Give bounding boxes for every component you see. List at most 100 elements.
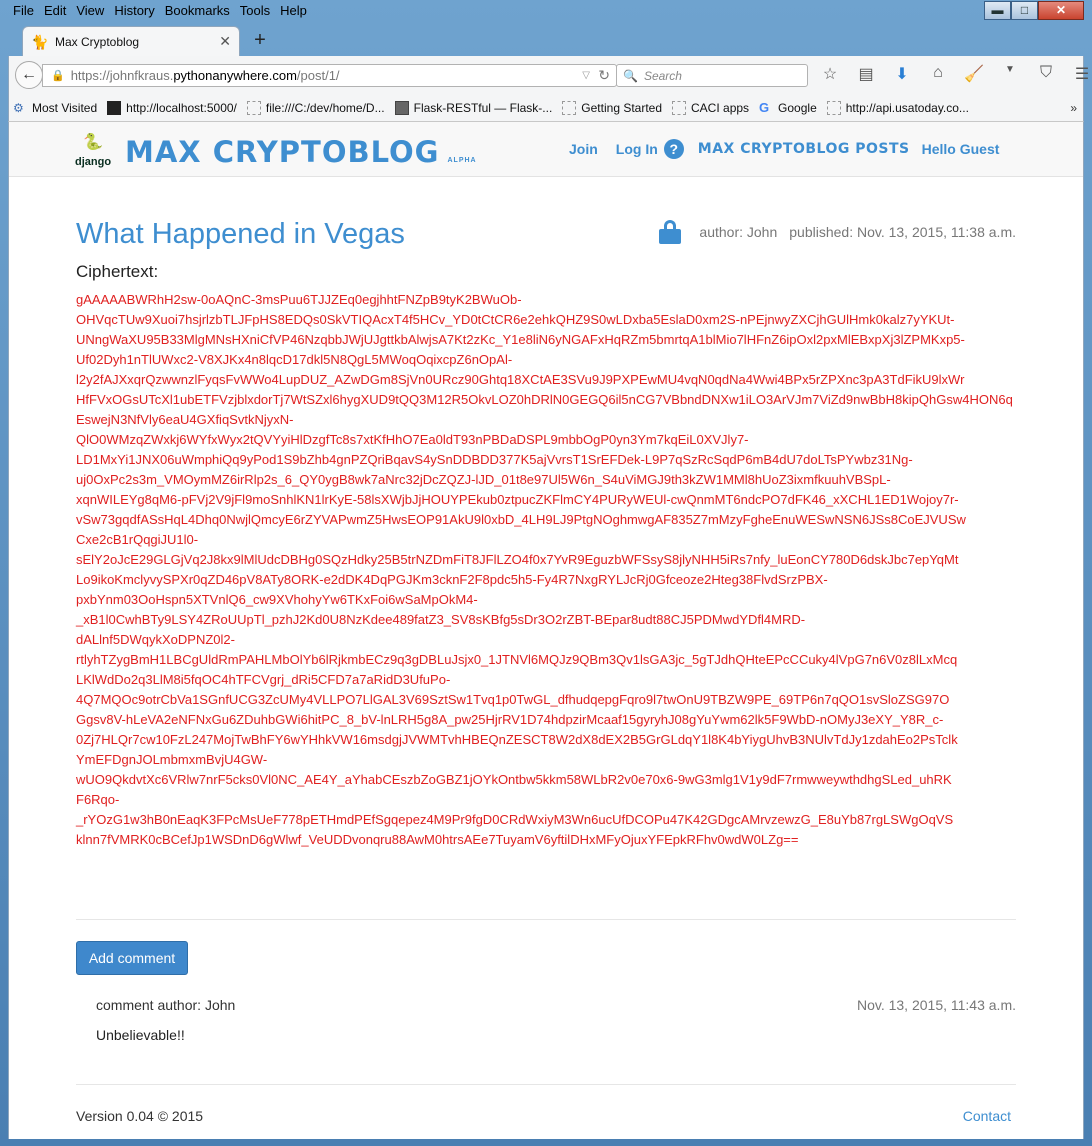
bookmark-usatoday[interactable]: http://api.usatoday.co... bbox=[826, 100, 969, 115]
broom-icon[interactable]: 🧹 bbox=[963, 64, 985, 84]
window-controls: ▬ □ ✕ bbox=[984, 1, 1084, 20]
bookmark-file[interactable]: file:///C:/dev/home/D... bbox=[246, 100, 385, 115]
bookmark-getting-started[interactable]: Getting Started bbox=[562, 100, 662, 115]
ciphertext-line: LD1MxYi1JNX06uWmphiQq9yPod1S9bZhb4gnPZQr… bbox=[76, 452, 913, 467]
ciphertext-line: _rYOzG1w3hB0nEaqK3FPcMsUeF778pETHmdPEfSg… bbox=[76, 812, 954, 827]
ciphertext-line: rtlyhTZygBmH1LBCgUldRmPAHLMbOlYb6lRjkmbE… bbox=[76, 652, 958, 667]
post-meta: author: John published: Nov. 13, 2015, 1… bbox=[659, 220, 1016, 244]
url-prefix: https://johnfkraus. bbox=[70, 68, 174, 83]
toolbar-icons: ☆ ▤ ⬇ ⌂ 🧹 ▼ ⛉ ☰ bbox=[819, 64, 1092, 84]
ciphertext-line: xqnWILEYg8qM6-pFVj2V9jFl9moSnhlKN1lrKyE-… bbox=[76, 492, 959, 507]
menu-view[interactable]: View bbox=[71, 2, 109, 20]
more-bookmarks-chevron-icon[interactable]: » bbox=[1070, 101, 1077, 115]
search-input[interactable]: 🔍 Search bbox=[616, 64, 808, 87]
bookmark-flask-restful[interactable]: Flask-RESTful — Flask-... bbox=[394, 100, 553, 115]
contact-link[interactable]: Contact bbox=[963, 1108, 1011, 1124]
navigation-toolbar: ← 🔒 https://johnfkraus. pythonanywhere.co… bbox=[8, 56, 1089, 94]
close-window-button[interactable]: ✕ bbox=[1038, 1, 1084, 20]
lock-icon[interactable] bbox=[659, 220, 682, 244]
ciphertext-line: YmEFDgnJOLmbmxmBvjU4GW- bbox=[76, 752, 268, 767]
tab-strip: 🐈 Max Cryptoblog ✕ + bbox=[8, 24, 1084, 56]
divider bbox=[76, 1084, 1016, 1085]
url-path: /post/1/ bbox=[296, 68, 340, 83]
title-bar: File Edit View History Bookmarks Tools H… bbox=[0, 0, 1092, 24]
ciphertext-line: QlO0WMzqZWxkj6WYfxWyx2tQVYyiHlDzgfTc8s7x… bbox=[76, 432, 749, 447]
alpha-badge: ALPHA bbox=[447, 157, 477, 164]
menu-bar: File Edit View History Bookmarks Tools H… bbox=[8, 2, 312, 20]
terminal-icon bbox=[107, 100, 122, 115]
post-published: published: Nov. 13, 2015, 11:38 a.m. bbox=[789, 224, 1016, 240]
help-question-icon[interactable]: ? bbox=[663, 139, 684, 159]
close-tab-icon[interactable]: ✕ bbox=[219, 33, 231, 50]
ciphertext-line: klnn7fVMRK0cBCefJp1WSDnD6gWlwf_VeUDDvonq… bbox=[76, 832, 799, 847]
bookmark-caci-apps[interactable]: CACI apps bbox=[672, 100, 750, 115]
browser-window: File Edit View History Bookmarks Tools H… bbox=[0, 0, 1092, 1146]
site-header: 🐍 django MAX CRYPTOBLOG ALPHA Join Log I… bbox=[9, 122, 1083, 177]
maximize-button[interactable]: □ bbox=[1011, 1, 1038, 20]
ciphertext-line: wUO9QkdvtXc6VRlw7nrF5cks0Vl0NC_AE4Y_aYha… bbox=[76, 772, 952, 787]
bookmark-google[interactable]: G Google bbox=[759, 99, 817, 115]
search-icon: 🔍 bbox=[623, 68, 638, 83]
ciphertext-label: Ciphertext: bbox=[76, 262, 159, 281]
django-label: django bbox=[75, 156, 112, 168]
posts-link[interactable]: MAX CRYPTOBLOG POSTS bbox=[698, 141, 910, 157]
page-icon bbox=[246, 100, 261, 115]
hamburger-menu-icon[interactable]: ☰ bbox=[1071, 64, 1092, 84]
bookmark-label: CACI apps bbox=[691, 100, 750, 115]
menu-edit[interactable]: Edit bbox=[39, 2, 71, 20]
dropdown-icon[interactable]: ▼ bbox=[999, 64, 1021, 84]
reload-icon[interactable]: ↻ bbox=[598, 67, 610, 84]
book-icon bbox=[394, 100, 409, 115]
site-brand[interactable]: 🐍 django MAX CRYPTOBLOG ALPHA bbox=[75, 132, 477, 168]
ciphertext-line: OHVqcTUw9Xuoi7hsjrlzbTLJFpHS8EDQs0SkVTIQ… bbox=[76, 312, 955, 327]
bookmark-label: Most Visited bbox=[32, 100, 98, 115]
home-icon[interactable]: ⌂ bbox=[927, 64, 949, 84]
menu-history[interactable]: History bbox=[109, 2, 159, 20]
ciphertext-line: HfFVxOGsUTcXl1ubETFVzjblxdorTj7WtSZxl6hy… bbox=[76, 392, 1013, 427]
bookmark-label: file:///C:/dev/home/D... bbox=[265, 100, 385, 115]
ciphertext-line: gAAAAABWRhH2sw-0oAQnC-3msPuu6TJJZEq0egjh… bbox=[76, 292, 522, 307]
bookmark-localhost[interactable]: http://localhost:5000/ bbox=[107, 100, 237, 115]
angular-icon[interactable]: ⛉ bbox=[1035, 64, 1057, 84]
google-icon: G bbox=[759, 99, 770, 115]
bookmark-label: Flask-RESTful — Flask-... bbox=[413, 100, 553, 115]
ciphertext-line: sElY2oJcE29GLGjVq2J8kx9lMlUdcDBHg0SQzHdk… bbox=[76, 552, 959, 567]
comment-body: Unbelievable!! bbox=[96, 1027, 185, 1043]
menu-file[interactable]: File bbox=[8, 2, 39, 20]
join-link[interactable]: Join bbox=[569, 141, 598, 157]
bookmark-most-visited[interactable]: ⚙ Most Visited bbox=[13, 101, 97, 115]
site-nav: Join Log In ? MAX CRYPTOBLOG POSTS Hello… bbox=[569, 139, 1017, 159]
page-icon bbox=[672, 100, 687, 115]
divider bbox=[76, 919, 1016, 920]
bookmark-star-icon[interactable]: ☆ bbox=[819, 64, 841, 84]
menu-tools[interactable]: Tools bbox=[235, 2, 275, 20]
ciphertext-line: Ggsv8V-hLeVA2eNFNxGu6ZDuhbGWi6hitPC_8_bV… bbox=[76, 712, 944, 727]
reading-list-icon[interactable]: ▤ bbox=[855, 64, 877, 84]
menu-help[interactable]: Help bbox=[275, 2, 312, 20]
url-bar[interactable]: 🔒 https://johnfkraus. pythonanywhere.com /… bbox=[42, 64, 617, 87]
ciphertext-line: 4Q7MQOc9otrCbVa1SGnfUCG3ZcUMy4VLLPO7LlGA… bbox=[76, 692, 950, 707]
login-link[interactable]: Log In bbox=[616, 141, 658, 157]
secure-lock-icon[interactable]: 🔒 bbox=[51, 69, 65, 82]
ciphertext-line: _xB1l0CwhBTy9LSY4ZRoUUpTl_pzhJ2Kd0U8NzKd… bbox=[76, 612, 806, 627]
bookmark-label: http://api.usatoday.co... bbox=[845, 100, 969, 115]
python-icon: 🐍 bbox=[83, 134, 103, 151]
ciphertext-line: Uf02Dyh1nTlUWxc2-V8XJKx4n8lqcD17dkl5N8Qg… bbox=[76, 352, 513, 367]
page-icon bbox=[826, 100, 841, 115]
download-icon[interactable]: ⬇ bbox=[891, 64, 913, 84]
django-logo: 🐍 django bbox=[75, 132, 115, 168]
add-comment-button[interactable]: Add comment bbox=[76, 941, 188, 975]
greeting-link[interactable]: Hello Guest bbox=[922, 141, 1000, 157]
cat-icon: 🐈 bbox=[31, 33, 49, 50]
post-title: What Happened in Vegas bbox=[76, 218, 405, 250]
ciphertext-line: UNngWaXU95B33MlgMNsHXniCfVP46NzqbbJWjUJg… bbox=[76, 332, 965, 347]
most-visited-icon: ⚙ bbox=[13, 100, 24, 115]
menu-bookmarks[interactable]: Bookmarks bbox=[160, 2, 235, 20]
ciphertext-line: dALlnf5DWqykXoDPNZ0l2- bbox=[76, 632, 235, 647]
back-button[interactable]: ← bbox=[15, 61, 43, 89]
url-dropdown-icon[interactable]: ▽ bbox=[582, 70, 590, 81]
minimize-button[interactable]: ▬ bbox=[984, 1, 1011, 20]
new-tab-button[interactable]: + bbox=[248, 30, 272, 52]
tab-max-cryptoblog[interactable]: 🐈 Max Cryptoblog ✕ bbox=[22, 26, 240, 56]
brand-name: MAX CRYPTOBLOG bbox=[125, 135, 440, 169]
